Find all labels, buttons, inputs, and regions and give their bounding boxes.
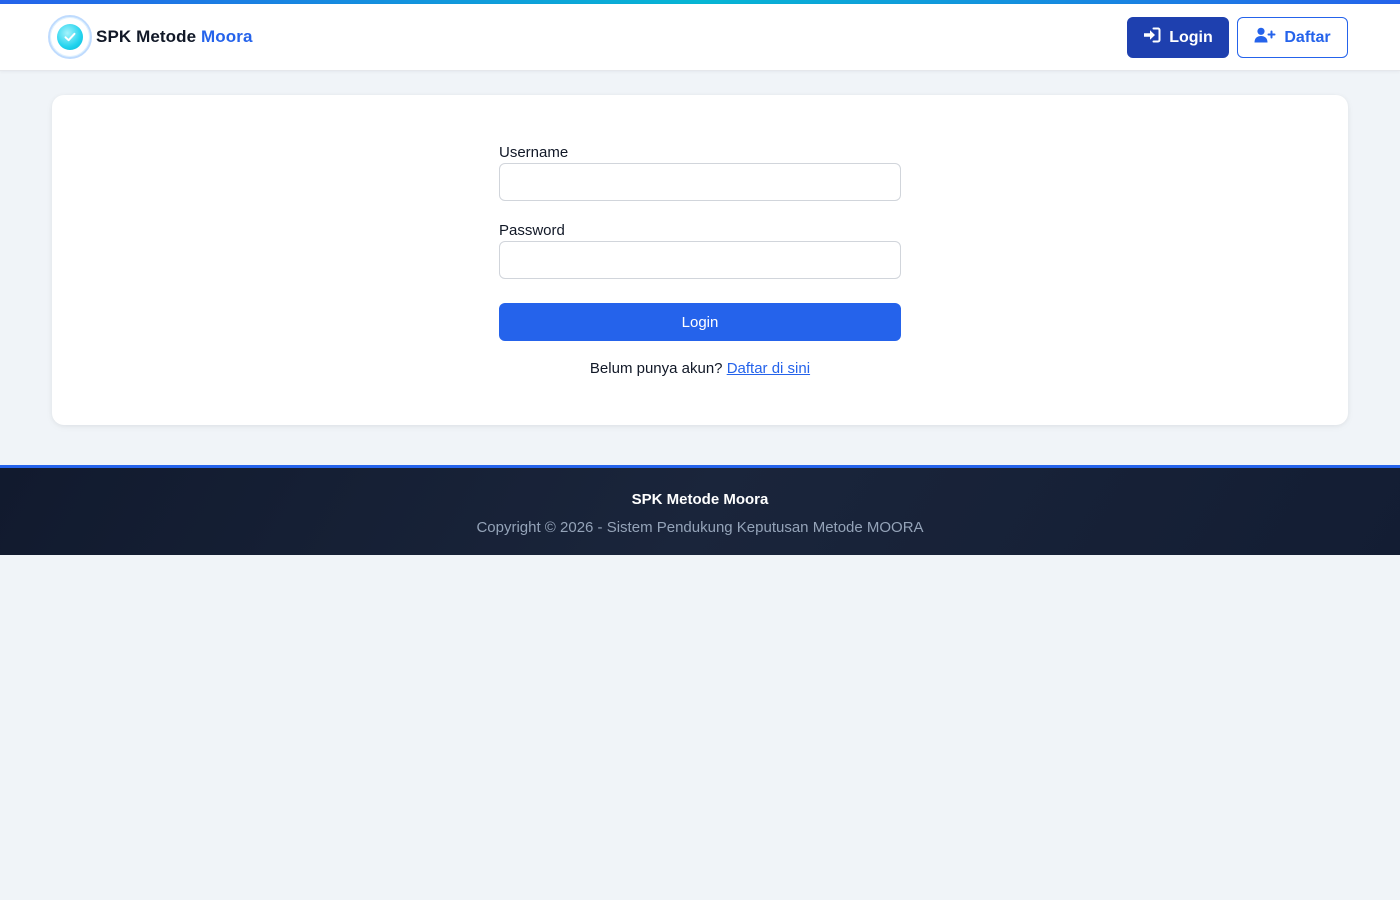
login-form: Username Password Login Belum punya akun…: [499, 143, 901, 377]
brand-title-main: SPK Metode: [96, 27, 197, 46]
password-label: Password: [499, 222, 565, 239]
footer: SPK Metode Moora Copyright © 2026 - Sist…: [0, 465, 1400, 555]
register-prompt-text: Belum punya akun?: [589, 360, 723, 377]
sign-in-icon: [1143, 27, 1161, 48]
brand[interactable]: SPK Metode Moora: [48, 15, 253, 59]
username-label: Username: [499, 144, 569, 161]
brand-title-accent: Moora: [201, 27, 253, 46]
brand-logo: [48, 15, 92, 59]
footer-copyright: Copyright © 2026 - Sistem Pendukung Kepu…: [476, 519, 924, 536]
register-link[interactable]: Daftar di sini: [727, 360, 810, 377]
brand-title: SPK Metode Moora: [96, 27, 253, 47]
password-input[interactable]: [499, 241, 901, 279]
login-submit-button[interactable]: Login: [499, 303, 901, 341]
username-input[interactable]: [499, 163, 901, 201]
register-prompt: Belum punya akun? Daftar di sini: [499, 360, 901, 377]
daftar-nav-label: Daftar: [1284, 28, 1331, 46]
login-nav-label: Login: [1169, 28, 1213, 46]
check-circle-icon: [57, 24, 83, 50]
user-plus-icon: [1254, 27, 1276, 48]
login-nav-button[interactable]: Login: [1127, 17, 1229, 58]
navbar: SPK Metode Moora Login Daftar: [0, 4, 1400, 71]
footer-title: SPK Metode Moora: [631, 491, 769, 508]
daftar-nav-button[interactable]: Daftar: [1237, 17, 1348, 58]
password-group: Password: [499, 221, 901, 279]
nav-actions: Login Daftar: [1127, 17, 1348, 58]
login-card: Username Password Login Belum punya akun…: [52, 95, 1348, 425]
